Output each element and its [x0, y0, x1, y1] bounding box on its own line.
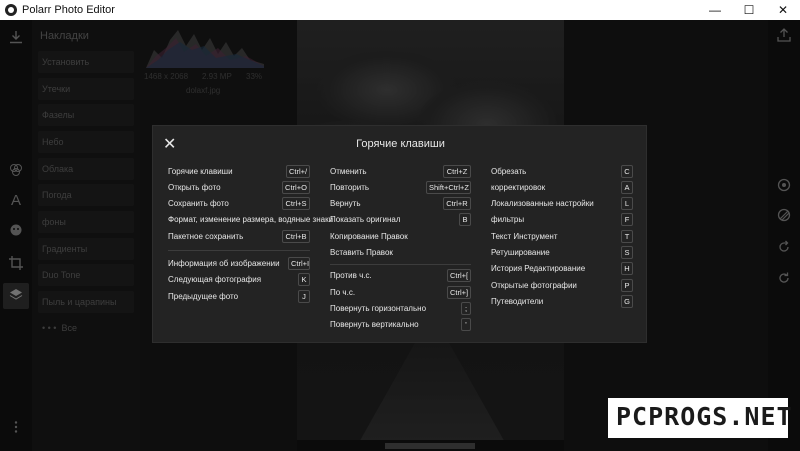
shortcut-key: B [459, 213, 471, 226]
shortcut-row: Горячие клавиши Ctrl+/ [168, 165, 310, 179]
shortcut-label: Копирование Правок [330, 232, 408, 241]
shortcut-label: Повернуть вертикально [330, 320, 419, 329]
shortcut-label: Предыдущее фото [168, 292, 239, 301]
shortcut-label: Повторить [330, 183, 370, 192]
shortcut-row: Копирование Правок [330, 230, 471, 244]
shortcut-row: Открыть фото Ctrl+O [168, 181, 310, 195]
shortcut-row: Вставить Правок [330, 246, 471, 260]
shortcut-key: Ctrl+/ [286, 165, 310, 178]
divider [168, 250, 310, 251]
shortcut-key: Ctrl+[ [447, 269, 471, 282]
shortcut-key: Shift+Ctrl+Z [426, 181, 471, 194]
shortcut-label: Следующая фотография [168, 275, 262, 284]
shortcut-label: Локализованные настройки [491, 199, 594, 208]
shortcut-key: ' [461, 318, 471, 331]
shortcut-row: фильтры F [491, 213, 633, 227]
watermark-text: PCPROGS.NET [616, 402, 793, 431]
shortcut-label: Обрезать [491, 167, 527, 176]
shortcut-label: Путеводители [491, 297, 544, 306]
shortcut-row: корректировок A [491, 181, 633, 195]
window-title: Polarr Photo Editor [22, 4, 115, 16]
close-window-button[interactable]: ✕ [766, 0, 800, 20]
shortcut-row: Локализованные настройки L [491, 197, 633, 211]
shortcut-row: Текст Инструмент T [491, 230, 633, 244]
dialog-title: Горячие клавиши [356, 138, 445, 150]
minimize-button[interactable]: — [698, 0, 732, 20]
shortcut-label: Ретуширование [491, 248, 550, 257]
shortcut-key: S [621, 246, 633, 259]
shortcut-key: Ctrl+I [288, 257, 310, 270]
shortcut-label: Вернуть [330, 199, 361, 208]
shortcut-key: Ctrl+R [443, 197, 471, 210]
shortcut-key: Ctrl+Z [443, 165, 471, 178]
shortcut-key: T [621, 230, 633, 243]
shortcut-key: Ctrl+O [282, 181, 310, 194]
shortcut-key: K [298, 273, 310, 286]
shortcut-row: Предыдущее фото J [168, 290, 310, 304]
shortcut-key: Ctrl+B [282, 230, 310, 243]
shortcuts-dialog: ✕ Горячие клавиши Горячие клавиши Ctrl+/… [152, 125, 647, 343]
shortcut-label: Горячие клавиши [168, 167, 233, 176]
shortcut-label: фильтры [491, 215, 525, 224]
shortcut-key: J [298, 290, 310, 303]
title-bar: Polarr Photo Editor — ☐ ✕ [0, 0, 800, 20]
shortcut-key: L [621, 197, 633, 210]
shortcut-row: Вернуть Ctrl+R [330, 197, 471, 211]
shortcut-row: По ч.с. Ctrl+] [330, 286, 471, 300]
shortcut-label: Информация об изображении [168, 259, 280, 268]
shortcut-row: Повернуть горизонтально ; [330, 302, 471, 316]
shortcut-row: Отменить Ctrl+Z [330, 165, 471, 179]
app-logo-icon [5, 4, 17, 16]
shortcut-key: H [621, 262, 633, 275]
shortcut-label: Текст Инструмент [491, 232, 558, 241]
shortcut-row: Пакетное сохранить Ctrl+B [168, 230, 310, 244]
shortcut-label: Против ч.с. [330, 271, 372, 280]
window-controls: — ☐ ✕ [698, 0, 800, 20]
shortcut-label: Сохранить фото [168, 199, 229, 208]
shortcut-key: P [621, 279, 633, 292]
shortcut-row: Путеводители G [491, 295, 633, 309]
shortcut-key: ; [461, 302, 471, 315]
shortcut-label: Показать оригинал [330, 215, 401, 224]
shortcut-label: Открыть фото [168, 183, 221, 192]
shortcut-row: Открытые фотографии P [491, 279, 633, 293]
shortcut-row: Против ч.с. Ctrl+[ [330, 269, 471, 283]
shortcut-row: Формат, изменение размера, водяные знаки… [168, 213, 333, 227]
shortcut-label: Пакетное сохранить [168, 232, 244, 241]
shortcut-label: Повернуть горизонтально [330, 304, 427, 313]
shortcut-row: Повернуть вертикально ' [330, 318, 471, 332]
divider [330, 264, 471, 265]
shortcut-row: Показать оригинал B [330, 213, 471, 227]
shortcut-row: История Редактирование H [491, 262, 633, 276]
shortcut-label: корректировок [491, 183, 546, 192]
shortcut-key: G [621, 295, 633, 308]
shortcut-row: Следующая фотография K [168, 273, 310, 287]
shortcut-row: Обрезать C [491, 165, 633, 179]
shortcut-row: Сохранить фото Ctrl+S [168, 197, 310, 211]
shortcut-label: Отменить [330, 167, 367, 176]
shortcut-label: По ч.с. [330, 288, 356, 297]
shortcut-key: F [621, 213, 633, 226]
shortcut-key: Ctrl+] [447, 286, 471, 299]
shortcut-label: Вставить Правок [330, 248, 393, 257]
shortcut-key: A [621, 181, 633, 194]
shortcut-label: Открытые фотографии [491, 281, 577, 290]
shortcut-label: Формат, изменение размера, водяные знаки [168, 215, 334, 224]
shortcut-row: Ретуширование S [491, 246, 633, 260]
shortcut-key: C [621, 165, 633, 178]
shortcut-row: Информация об изображении Ctrl+I [168, 257, 310, 271]
watermark-logo: PCPROGS.NET [608, 398, 792, 438]
shortcut-label: История Редактирование [491, 264, 586, 273]
maximize-button[interactable]: ☐ [732, 0, 766, 20]
shortcut-key: Ctrl+S [282, 197, 310, 210]
shortcut-row: Повторить Shift+Ctrl+Z [330, 181, 471, 195]
